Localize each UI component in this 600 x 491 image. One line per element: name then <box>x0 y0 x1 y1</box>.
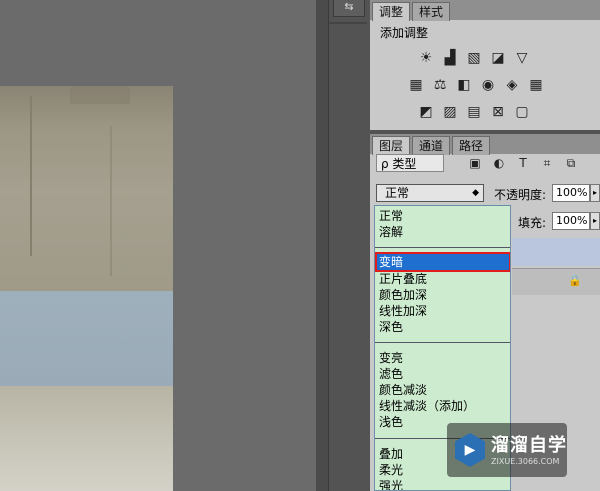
layers-tabbar: 图层 通道 路径 <box>370 134 600 155</box>
layer-row-selected[interactable] <box>512 238 600 266</box>
opacity-label: 不透明度: <box>494 188 547 202</box>
exposure-icon[interactable]: ◪ <box>490 50 506 66</box>
menu-separator <box>375 342 510 343</box>
lock-icon: 🔒 <box>568 274 582 287</box>
posterize-icon[interactable]: ▨ <box>442 104 458 120</box>
color-balance-icon[interactable]: ⚖ <box>432 77 448 93</box>
threshold-icon[interactable]: ▤ <box>466 104 482 120</box>
tab-layers[interactable]: 图层 <box>372 136 411 155</box>
layer-row[interactable] <box>512 268 600 295</box>
menu-item-darken[interactable]: 变暗 <box>375 252 510 272</box>
shape-filter-icon[interactable]: ⌗ <box>540 156 554 170</box>
adjustment-filter-icon[interactable]: ◐ <box>492 156 506 170</box>
smart-object-filter-icon[interactable]: ⧉ <box>564 156 578 170</box>
menu-item-darker-color[interactable]: 深色 <box>377 319 509 335</box>
black-white-icon[interactable]: ◧ <box>456 77 472 93</box>
adjustments-panel: 调整 样式 添加调整 ☀ ▟ ▧ ◪ ▽ ▦ ⚖ ◧ ◉ ◈ ▦ ◩ ▨ ▤ ⊠… <box>370 0 600 130</box>
play-icon: ▶ <box>455 433 485 467</box>
blend-mode-select[interactable]: 正常 ◆ <box>376 184 484 202</box>
panel-divider[interactable] <box>316 0 328 491</box>
channel-mixer-icon[interactable]: ◈ <box>504 77 520 93</box>
menu-item-lighten[interactable]: 变亮 <box>377 350 509 366</box>
adjustments-tabbar: 调整 样式 <box>370 0 600 21</box>
menu-separator <box>375 247 510 248</box>
photo-image <box>0 86 173 491</box>
menu-item-color-dodge[interactable]: 颜色减淡 <box>377 382 509 398</box>
chevron-down-icon: ◆ <box>472 188 479 198</box>
menu-item-normal[interactable]: 正常 <box>377 208 509 224</box>
fill-arrow-icon[interactable]: ▸ <box>590 212 600 230</box>
layer-filter-select[interactable]: ρ 类型 <box>376 154 444 172</box>
menu-item-dissolve[interactable]: 溶解 <box>377 224 509 240</box>
menu-item-screen[interactable]: 滤色 <box>377 366 509 382</box>
photo-filter-icon[interactable]: ◉ <box>480 77 496 93</box>
opacity-arrow-icon[interactable]: ▸ <box>590 184 600 202</box>
tab-adjustments[interactable]: 调整 <box>372 2 411 21</box>
tab-styles[interactable]: 样式 <box>412 2 451 21</box>
collapsed-dock: ⇆ <box>328 0 367 491</box>
invert-icon[interactable]: ◩ <box>418 104 434 120</box>
blend-mode-value: 正常 <box>385 186 410 200</box>
fill-label: 填充: <box>518 216 547 230</box>
tab-channels[interactable]: 通道 <box>412 136 451 155</box>
add-adjustment-title: 添加调整 <box>380 26 429 40</box>
menu-item-multiply[interactable]: 正片叠底 <box>377 271 509 287</box>
document-canvas[interactable] <box>0 0 316 491</box>
curves-icon[interactable]: ▧ <box>466 50 482 66</box>
dock-toggle-button[interactable]: ⇆ <box>333 0 365 17</box>
tab-paths[interactable]: 路径 <box>452 136 491 155</box>
vibrance-icon[interactable]: ▽ <box>514 50 530 66</box>
pixel-filter-icon[interactable]: ▣ <box>468 156 482 170</box>
selective-color-icon[interactable]: ⊠ <box>490 104 506 120</box>
levels-icon[interactable]: ▟ <box>442 50 458 66</box>
opacity-input[interactable]: 100% <box>552 184 590 202</box>
menu-item-linear-burn[interactable]: 线性加深 <box>377 303 509 319</box>
watermark-logo: ▶ 溜溜自学 ZIXUE.3066.COM <box>447 423 567 477</box>
watermark-title: 溜溜自学 <box>491 435 567 456</box>
menu-item-linear-dodge[interactable]: 线性减淡（添加） <box>377 398 509 414</box>
watermark-subtitle: ZIXUE.3066.COM <box>491 457 560 466</box>
hue-saturation-icon[interactable]: ▦ <box>408 77 424 93</box>
fill-input[interactable]: 100% <box>552 212 590 230</box>
menu-item-hard-light[interactable]: 强光 <box>377 478 509 490</box>
color-lookup-icon[interactable]: ▦ <box>528 77 544 93</box>
brightness-icon[interactable]: ☀ <box>418 50 434 66</box>
gradient-map-icon[interactable]: ▢ <box>514 104 530 120</box>
menu-item-color-burn[interactable]: 颜色加深 <box>377 287 509 303</box>
type-filter-icon[interactable]: T <box>516 156 530 170</box>
